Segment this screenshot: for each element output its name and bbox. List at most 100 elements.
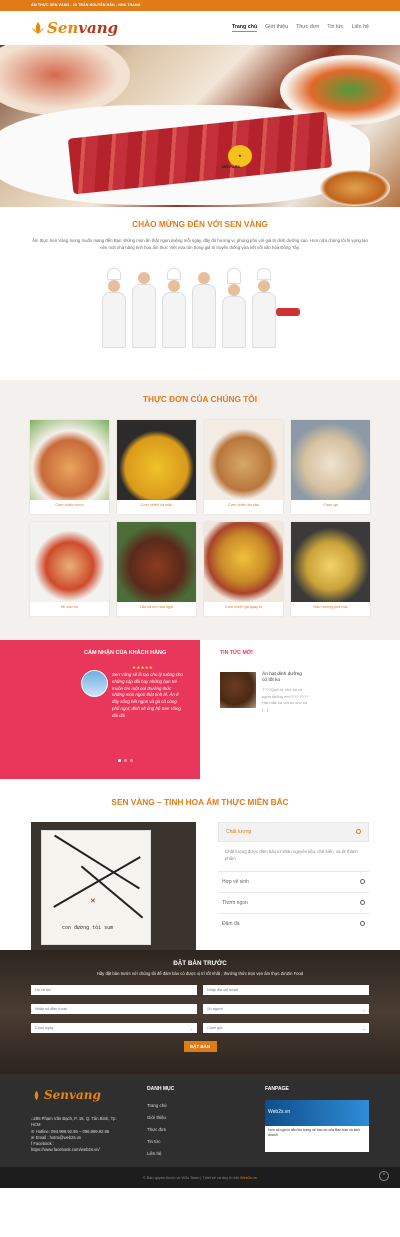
dish-name: Cơm chiên bò cầu	[228, 503, 259, 507]
news-title: TIN TỨC MỚI	[220, 650, 253, 656]
collapse-icon	[356, 829, 361, 834]
menu-card[interactable]: Cơm chiên gà quay lu	[204, 522, 283, 616]
news-item-title[interactable]: Ăn hạt dinh dưỡng có tốt ko	[262, 672, 306, 684]
footer-link-menu[interactable]: Thực đơn	[147, 1124, 243, 1136]
kimchi-plate	[0, 45, 130, 115]
testimonial-quote: Sen Vàng sẽ là tạo cho lý tưởng cho nhữn…	[112, 672, 183, 718]
footer-link-news[interactable]: Tin tức	[147, 1136, 243, 1148]
chef-figure	[220, 267, 248, 348]
book-button[interactable]: ĐẶT BÀN	[183, 1041, 217, 1052]
accordion-item[interactable]: Thơm ngon	[218, 891, 369, 913]
time-select[interactable]: Chọn giờ ⌄	[203, 1023, 369, 1033]
footer-fanpage: FANPAGE Web2s.vn Hơn cả người dẫn lên tr…	[265, 1086, 369, 1167]
dish-image	[30, 420, 109, 500]
welcome-title: CHÀO MỪNG ĐẾN VỚI SEN VÀNG	[132, 219, 268, 229]
welcome-section: CHÀO MỪNG ĐẾN VỚI SEN VÀNG Ẩm thực Sen V…	[0, 207, 400, 380]
facebook-page-widget[interactable]: Web2s.vn Hơn cả người dẫn lên trang sẽ b…	[265, 1100, 369, 1152]
carousel-dot[interactable]	[124, 759, 127, 762]
accordion-item[interactable]: Hợp vệ sinh	[218, 870, 369, 892]
menu-section: THỰC ĐƠN CỦA CHÚNG TÔI Cơm chiên nước Cơ…	[0, 380, 400, 640]
menu-card[interactable]: Cơm chiên bò cầu	[204, 420, 283, 514]
copyright-text: © Bản quyền thuộc về W2s Team | Thiết kế…	[143, 1175, 240, 1180]
reservation-section: ĐẶT BÀN TRƯỚC Hãy đặt bàn trước với chún…	[0, 950, 400, 1074]
fanpage-title: FANPAGE	[265, 1086, 289, 1092]
about-title: SEN VÀNG – TINH HOA ẨM THỰC MIỀN BẮC	[111, 797, 289, 807]
copyright-link[interactable]: Web2s.vn	[240, 1176, 257, 1180]
dish-image	[30, 522, 109, 602]
dish-name: Cơm chiên nước	[55, 503, 84, 507]
dish-name: Cơm chiên cá mặn	[140, 503, 173, 507]
nav-about[interactable]: Giới thiệu	[265, 24, 288, 32]
dish-image	[204, 420, 283, 500]
menu-card[interactable]: Hấu nướng phô mai	[291, 522, 370, 616]
footer-facebook-link[interactable]: https://www.facebook.com/web2s.vn/	[31, 1147, 125, 1153]
menu-grid: Cơm chiên nước Cơm chiên cá mặn Cơm chiê…	[0, 420, 400, 616]
fanpage-cover: Web2s.vn	[265, 1100, 369, 1126]
footer-link-home[interactable]: Trang chủ	[147, 1100, 243, 1112]
nav-home[interactable]: Trang chủ	[231, 24, 258, 32]
dish-name: Mì xào bò	[61, 605, 78, 609]
news-item[interactable]: Ăn hạt dinh dưỡng có tốt ko ????Quả óc c…	[220, 672, 380, 713]
expand-icon	[360, 920, 365, 926]
back-to-top-icon[interactable]: ^	[379, 1171, 389, 1181]
carousel-dot[interactable]	[130, 759, 133, 762]
site-logo[interactable]: Senvang	[31, 19, 118, 37]
footer-logo[interactable]: Senvang	[31, 1086, 125, 1104]
testimonial-title: CẢM NHẬN CỦA KHÁCH HÀNG	[84, 650, 167, 656]
reservation-form: Họ và tên Nhập địa chỉ email Nhập số điệ…	[0, 976, 400, 1033]
dish-name: Cơm chiên gà quay lu	[224, 605, 263, 609]
phone-field[interactable]: Nhập số điện thoại	[31, 1004, 197, 1014]
dish-image	[291, 522, 370, 602]
footer-link-contact[interactable]: Liên hệ	[147, 1148, 243, 1160]
testimonial-panel: CẢM NHẬN CỦA KHÁCH HÀNG ★★★★★ Sen Vàng s…	[0, 640, 200, 779]
accordion-item[interactable]: Đậm đà	[218, 912, 369, 934]
chef-figure	[190, 268, 218, 348]
logo-text: Senvang	[47, 19, 119, 37]
expand-icon	[360, 899, 365, 905]
footer-address: ⌂285 Phạm Văn Bạch, P. 15, Q. Tân Bình, …	[31, 1116, 117, 1128]
lotus-icon	[34, 1090, 39, 1100]
chevron-down-icon: ⌄	[361, 1008, 365, 1012]
chef-figure	[130, 268, 158, 348]
chef-figure	[100, 267, 128, 348]
footer-link-about[interactable]: Giới thiệu	[147, 1112, 243, 1124]
guests-select[interactable]: Số người ⌄	[203, 1004, 369, 1014]
lotus-icon	[32, 22, 44, 34]
dish-image	[117, 420, 196, 500]
footer-contact: Senvang ⌂285 Phạm Văn Bạch, P. 15, Q. Tâ…	[31, 1086, 125, 1167]
map-caption: con đường tôi sum	[62, 925, 114, 931]
menu-card[interactable]: Cơm chiên nước	[30, 420, 109, 514]
carousel-dots	[118, 759, 133, 762]
main-nav: Trang chủ Giới thiệu Thực đơn Tin tức Li…	[231, 24, 369, 32]
features-accordion: Chất lượng Chất lượng được đảm bảo từ kh…	[218, 822, 369, 951]
dish-image	[291, 420, 370, 500]
rating-stars: ★★★★★	[132, 665, 154, 670]
chef-with-dish	[250, 267, 300, 348]
map-marker-icon: ✕	[90, 898, 96, 905]
nav-contact[interactable]: Liên hệ	[352, 24, 369, 32]
carousel-dot[interactable]	[118, 759, 121, 762]
dish-name: Hấu nướng phô mai	[313, 605, 348, 609]
chef-figure	[160, 267, 188, 348]
menu-card[interactable]: Cơm chiên cá mặn	[117, 420, 196, 514]
news-panel: TIN TỨC MỚI Ăn hạt dinh dưỡng có tốt ko …	[200, 640, 400, 779]
menu-card[interactable]: Cháo gà	[291, 420, 370, 514]
nav-menu[interactable]: Thực đơn	[296, 24, 319, 32]
date-select[interactable]: Chọn ngày ⌄	[31, 1023, 197, 1033]
email-field[interactable]: Nhập địa chỉ email	[203, 985, 369, 995]
copyright-bar: © Bản quyền thuộc về W2s Team | Thiết kế…	[0, 1167, 400, 1188]
dish-image	[117, 522, 196, 602]
site-footer: Senvang ⌂285 Phạm Văn Bạch, P. 15, Q. Tâ…	[0, 1074, 400, 1167]
accordion-header-quality[interactable]: Chất lượng	[218, 822, 369, 842]
news-thumbnail[interactable]	[220, 672, 256, 708]
name-field[interactable]: Họ và tên	[31, 985, 197, 995]
welcome-text: Ẩm thực Sen Vàng mong muốn mang đến Bạn …	[32, 238, 368, 251]
expand-icon	[360, 878, 365, 884]
menu-card[interactable]: Lẩu cá mú nấu ngót	[117, 522, 196, 616]
news-item-summary: ????Quả óc chó ăn có ngon không em???? ?…	[262, 687, 309, 712]
menu-card[interactable]: Mì xào bò	[30, 522, 109, 616]
hero-banner: ★ MR.PARK	[0, 45, 400, 207]
footer-menu: DANH MỤC Trang chủ Giới thiệu Thực đơn T…	[147, 1086, 243, 1167]
nav-news[interactable]: Tin tức	[327, 24, 343, 32]
map-sketch-image: ✕ con đường tôi sum	[31, 822, 196, 951]
